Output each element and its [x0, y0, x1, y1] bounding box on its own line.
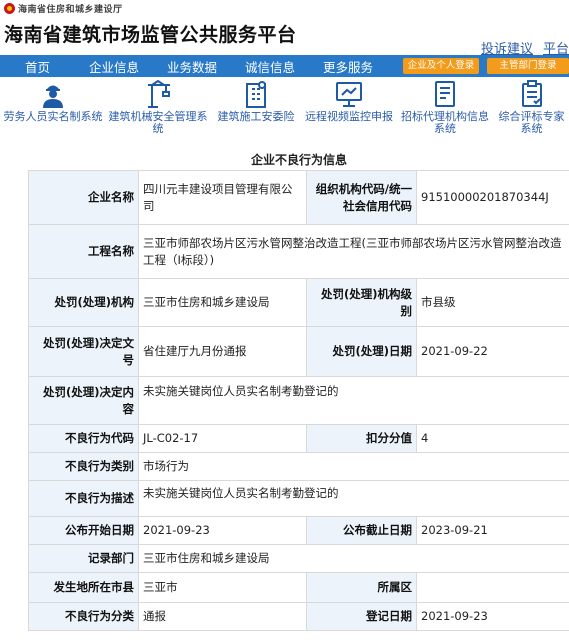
- system-label: 远程视频监控申报: [305, 110, 393, 123]
- district-value: [415, 572, 569, 603]
- nav-company-info[interactable]: 企业信息: [75, 57, 153, 76]
- behavior-desc-value: 未实施关键岗位人员实名制考勤登记的: [137, 480, 569, 517]
- decision-no-value: 省住建厅九月份通报: [138, 326, 307, 377]
- decision-content-label: 处罚(处理)决定内容: [28, 376, 139, 425]
- reg-date-value: 2021-09-23: [415, 602, 569, 631]
- system-label: 劳务人员实名制系统: [3, 110, 103, 123]
- category-label: 不良行为分类: [28, 602, 139, 631]
- company-name-value: 四川元丰建设项目管理有限公司: [138, 170, 307, 225]
- monitor-icon: [335, 78, 363, 108]
- city-value: 三亚市: [138, 572, 307, 603]
- worker-icon: [39, 78, 67, 108]
- crane-icon: [144, 78, 172, 108]
- record-panel: 企业不良行为信息 企业名称 四川元丰建设项目管理有限公司 组织机构代码/统一社会…: [28, 150, 569, 631]
- record-caption: 企业不良行为信息: [251, 152, 348, 167]
- dept-login-button[interactable]: 主管部门登录: [487, 58, 569, 74]
- system-link-machinery[interactable]: 建筑机械安全管理系统: [106, 78, 210, 140]
- system-link-safety[interactable]: 建筑施工安委险: [210, 78, 302, 140]
- system-icon-bar: 劳务人员实名制系统 建筑机械安全管理系统 建筑施工安委险 远程视频监控申报 招标…: [0, 78, 569, 140]
- dept-banner: 海南省住房和城乡建设厅: [4, 2, 123, 15]
- system-label: 建筑机械安全管理系统: [108, 110, 208, 135]
- dept-name: 海南省住房和城乡建设厅: [18, 4, 123, 15]
- behavior-type-value: 市场行为: [137, 452, 569, 481]
- pub-start-value: 2021-09-23: [138, 516, 307, 545]
- category-value: 通报: [138, 602, 307, 631]
- system-link-labor[interactable]: 劳务人员实名制系统: [0, 78, 106, 140]
- decision-date-label: 处罚(处理)日期: [306, 326, 417, 377]
- agency-label: 处罚(处理)机构: [28, 278, 139, 327]
- decision-date-value: 2021-09-22: [415, 326, 569, 377]
- system-label: 综合评标专家系统: [498, 110, 565, 135]
- document-icon: [431, 78, 459, 108]
- district-label: 所属区: [306, 572, 417, 603]
- org-code-value: 91510000201870344J: [415, 170, 569, 225]
- building-icon: [242, 78, 270, 108]
- deduct-label: 扣分分值: [306, 424, 417, 453]
- site-title: 海南省建筑市场监管公共服务平台: [4, 24, 297, 46]
- nav-home[interactable]: 首页: [0, 57, 75, 76]
- system-link-bidding-agency[interactable]: 招标代理机构信息系统: [396, 78, 494, 140]
- reg-date-label: 登记日期: [306, 602, 417, 631]
- agency-level-value: 市县级: [415, 278, 569, 327]
- main-nav: 首页 企业信息 业务数据 诚信信息 更多服务 企业及个人登录 主管部门登录: [0, 55, 569, 77]
- system-label: 建筑施工安委险: [217, 110, 295, 123]
- record-table: 企业不良行为信息 企业名称 四川元丰建设项目管理有限公司 组织机构代码/统一社会…: [28, 150, 569, 631]
- system-link-expert[interactable]: 综合评标专家系统: [494, 78, 569, 140]
- system-link-video[interactable]: 远程视频监控申报: [302, 78, 396, 140]
- record-dept-label: 记录部门: [28, 544, 139, 573]
- agency-value: 三亚市住房和城乡建设局: [138, 278, 307, 327]
- system-label: 招标代理机构信息系统: [401, 110, 489, 135]
- personal-login-button[interactable]: 企业及个人登录: [403, 58, 479, 74]
- record-dept-value: 三亚市住房和城乡建设局: [137, 544, 569, 573]
- behavior-type-label: 不良行为类别: [28, 452, 139, 481]
- behavior-code-value: JL-C02-17: [138, 424, 307, 453]
- project-value: 三亚市师部农场片区污水管网整治改造工程(三亚市师部农场片区污水管网整治改造工程（…: [137, 224, 569, 279]
- company-name-label: 企业名称: [28, 170, 139, 225]
- behavior-desc-label: 不良行为描述: [28, 480, 139, 517]
- clipboard-icon: [518, 78, 546, 108]
- project-label: 工程名称: [28, 224, 139, 279]
- behavior-code-label: 不良行为代码: [28, 424, 139, 453]
- site-header: 海南省住房和城乡建设厅 海南省建筑市场监管公共服务平台 投诉建议 平台: [0, 0, 569, 57]
- emblem-icon: [4, 2, 15, 14]
- deduct-value: 4: [415, 424, 569, 453]
- pub-end-label: 公布截止日期: [306, 516, 417, 545]
- city-label: 发生地所在市县: [28, 572, 139, 603]
- nav-more-services[interactable]: 更多服务: [309, 57, 387, 76]
- agency-level-label: 处罚(处理)机构级别: [306, 278, 417, 327]
- pub-end-value: 2023-09-21: [415, 516, 569, 545]
- decision-content-value: 未实施关键岗位人员实名制考勤登记的: [137, 376, 569, 425]
- decision-no-label: 处罚(处理)决定文号: [28, 326, 139, 377]
- nav-credit-info[interactable]: 诚信信息: [231, 57, 309, 76]
- nav-business-data[interactable]: 业务数据: [153, 57, 231, 76]
- pub-start-label: 公布开始日期: [28, 516, 139, 545]
- org-code-label: 组织机构代码/统一社会信用代码: [306, 170, 417, 225]
